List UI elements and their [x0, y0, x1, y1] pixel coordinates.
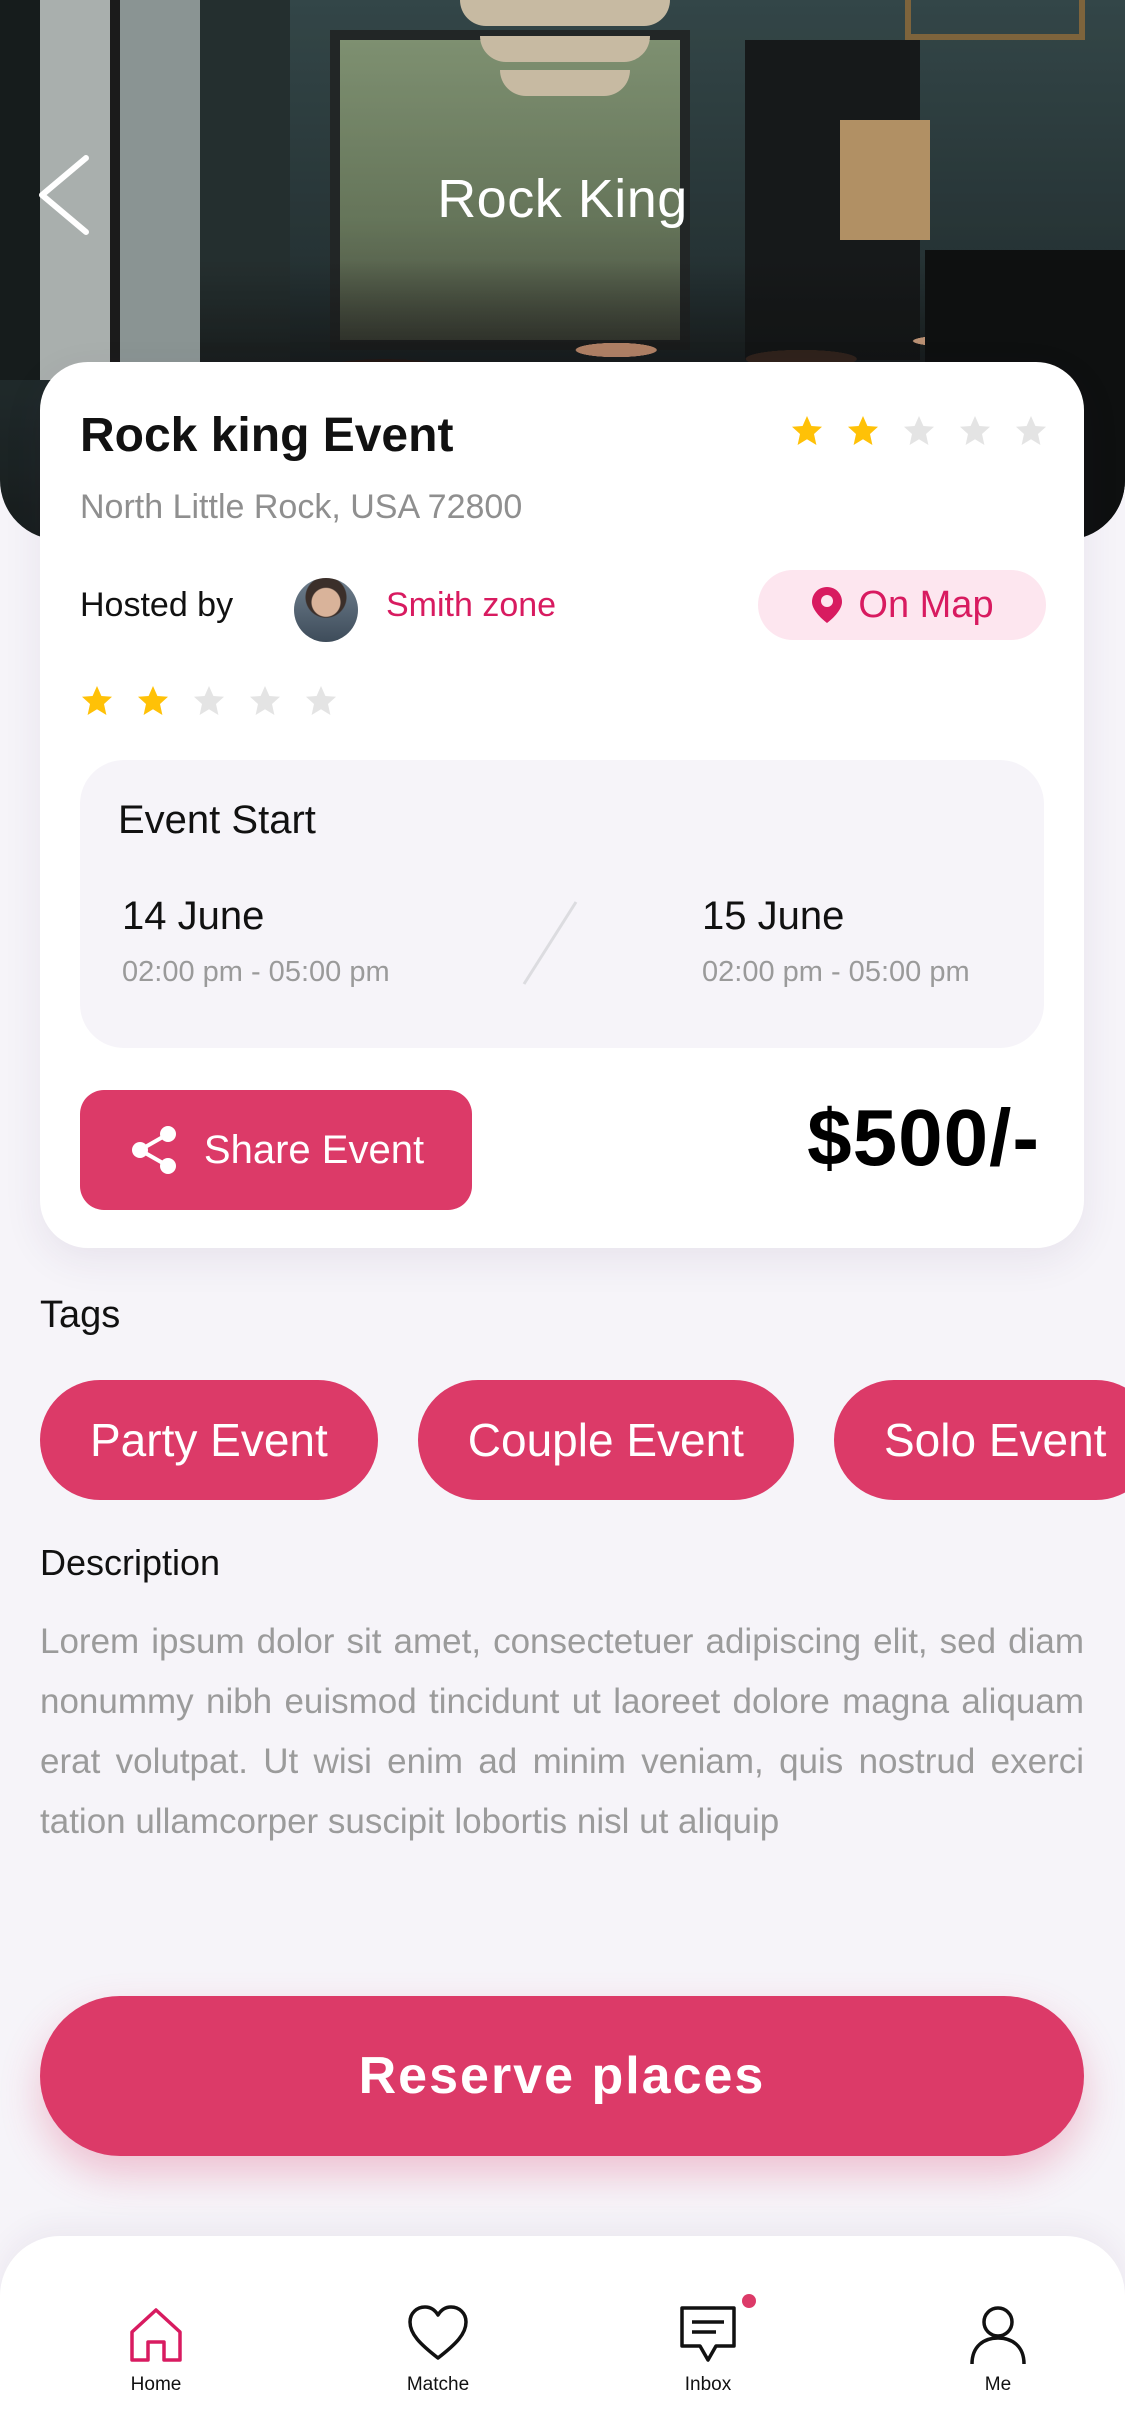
- user-icon: [970, 2306, 1026, 2365]
- nav-me[interactable]: Me: [928, 2302, 1068, 2396]
- nav-inbox[interactable]: Inbox: [638, 2294, 778, 2396]
- star-icon: [306, 686, 336, 715]
- page-title: Rock King: [437, 169, 688, 229]
- share-event-label: Share Event: [203, 1127, 425, 1172]
- host-name-link[interactable]: Smith zone: [386, 586, 556, 625]
- tags-list: Party Event Couple Event Solo Event: [40, 1380, 1125, 1500]
- on-map-button[interactable]: On Map: [758, 570, 1046, 640]
- star-icon: [1016, 416, 1046, 445]
- nav-home-label: Home: [130, 2374, 182, 2395]
- event-address: North Little Rock, USA 72800: [80, 488, 523, 526]
- start-date: 14 June: [122, 894, 265, 938]
- end-date: 15 June: [702, 894, 845, 938]
- chat-icon: [680, 2306, 736, 2362]
- star-icon: [792, 416, 822, 445]
- hosted-by-label: Hosted by: [80, 586, 234, 624]
- nav-matche[interactable]: Matche: [368, 2302, 508, 2396]
- tag-chip[interactable]: Couple Event: [417, 1380, 794, 1500]
- event-price: $500/-: [807, 1093, 1040, 1182]
- description-text: Lorem ipsum dolor sit amet, consectetuer…: [40, 1622, 1084, 1841]
- date-separator: [522, 901, 578, 985]
- home-icon: [130, 2308, 182, 2362]
- description-heading: Description: [40, 1542, 221, 1583]
- heart-icon: [408, 2305, 468, 2360]
- tag-chip[interactable]: Party Event: [40, 1380, 378, 1500]
- nav-home[interactable]: Home: [86, 2302, 226, 2396]
- start-time: 02:00 pm - 05:00 pm: [122, 956, 390, 988]
- host-rating: [80, 684, 338, 718]
- reserve-places-button[interactable]: Reserve places: [40, 1996, 1084, 2156]
- nav-me-label: Me: [984, 2374, 1012, 2395]
- map-pin-icon: [812, 587, 843, 623]
- on-map-label: On Map: [858, 583, 994, 626]
- event-title: Rock king Event: [80, 409, 454, 462]
- inbox-notification-dot: [742, 2294, 756, 2308]
- event-rating: [790, 414, 1048, 448]
- star-icon: [250, 686, 280, 715]
- tag-chip[interactable]: Solo Event: [833, 1380, 1125, 1500]
- nav-matche-label: Matche: [406, 2374, 470, 2395]
- star-icon: [82, 686, 112, 715]
- host-avatar[interactable]: [294, 578, 358, 642]
- tags-heading: Tags: [40, 1294, 121, 1336]
- bottom-nav: Home Matche Inbox Me: [0, 2236, 1125, 2436]
- star-icon: [848, 416, 878, 445]
- event-start-label: Event Start: [118, 798, 316, 842]
- star-icon: [138, 686, 168, 715]
- share-icon: [131, 1126, 176, 1174]
- event-schedule: Event Start 14 June 02:00 pm - 05:00 pm …: [80, 760, 1044, 1048]
- end-time: 02:00 pm - 05:00 pm: [702, 956, 970, 988]
- star-icon: [194, 686, 224, 715]
- nav-inbox-label: Inbox: [684, 2374, 732, 2395]
- star-icon: [960, 416, 990, 445]
- event-card: Rock king Event North Little Rock, USA 7…: [40, 362, 1084, 1248]
- star-icon: [904, 416, 934, 445]
- share-event-button[interactable]: Share Event: [80, 1090, 472, 1210]
